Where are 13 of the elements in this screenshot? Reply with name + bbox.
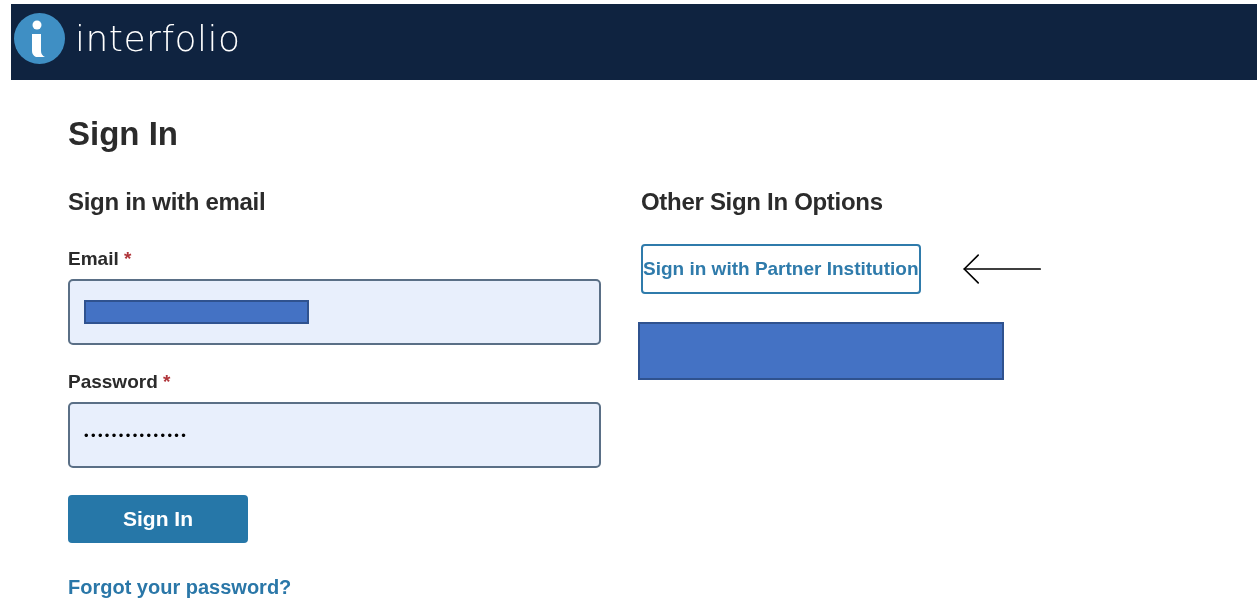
logo-text: interfolio — [75, 17, 241, 59]
section-heading: Other Sign In Options — [641, 187, 884, 217]
page-title: Sign In — [68, 114, 179, 154]
password-dots: ••••••••••••••• — [84, 427, 189, 443]
logo-icon — [14, 12, 65, 64]
sign-in-button[interactable]: Sign In — [68, 495, 248, 543]
partner-institution-button[interactable]: Sign in with Partner Institution — [641, 244, 921, 294]
password-field[interactable]: ••••••••••••••• — [68, 402, 601, 468]
section-heading: Sign in with email — [68, 187, 267, 217]
forgot-password-link[interactable]: Forgot your password? — [68, 576, 292, 599]
field-label: Email * — [68, 247, 133, 271]
email-field[interactable] — [68, 279, 601, 345]
field-label: Password * — [68, 370, 172, 394]
